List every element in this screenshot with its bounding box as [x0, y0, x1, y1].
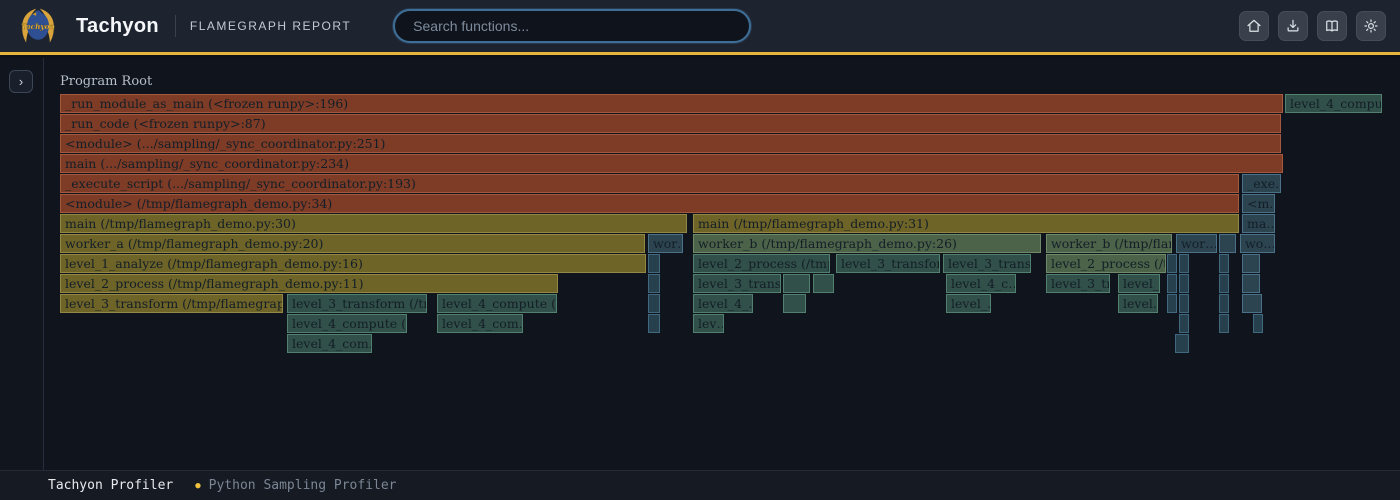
- flame-frame[interactable]: level_4_comput…: [1285, 94, 1382, 113]
- sidebar-toggle-button[interactable]: ›: [9, 70, 33, 93]
- flame-frame[interactable]: [1219, 314, 1229, 333]
- flame-frame[interactable]: level_1_analyze (/tmp/flamegraph_demo.py…: [60, 254, 646, 273]
- flame-frame[interactable]: [648, 254, 660, 273]
- flame-frame[interactable]: level_3_transform (/tmp/flamegraph_dem…: [60, 294, 283, 313]
- flame-frame[interactable]: level_2_process (/tmp/flamegraph_demo.py…: [60, 274, 558, 293]
- flame-frame[interactable]: [1219, 254, 1229, 273]
- svg-text:Tachyon: Tachyon: [21, 22, 55, 31]
- flame-frame[interactable]: level_…: [946, 294, 991, 313]
- flame-frame[interactable]: wor…: [648, 234, 683, 253]
- flame-frame[interactable]: [1242, 274, 1260, 293]
- flame-frame[interactable]: ma…: [1242, 214, 1275, 233]
- flame-frame[interactable]: _run_code (<frozen runpy>:87): [60, 114, 1281, 133]
- flame-frame[interactable]: worker_b (/tmp/flamegraph_demo.py:26): [693, 234, 1041, 253]
- flame-frame[interactable]: [648, 274, 660, 293]
- flame-frame[interactable]: _run_module_as_main (<frozen runpy>:196): [60, 94, 1283, 113]
- flame-frame[interactable]: level_…: [1118, 274, 1160, 293]
- flame-frame[interactable]: [1167, 294, 1177, 313]
- flame-frame[interactable]: level_4_compute (/t…: [287, 314, 407, 333]
- flame-frame[interactable]: level…: [1118, 294, 1158, 313]
- flame-frame[interactable]: level_3_transform (/tmp/fl…: [287, 294, 427, 313]
- status-app-name: Tachyon Profiler: [48, 478, 173, 493]
- flame-frame[interactable]: <module> (.../sampling/_sync_coordinator…: [60, 134, 1281, 153]
- flame-frame[interactable]: lev…: [693, 314, 724, 333]
- flame-frame[interactable]: level_3_tr…: [1046, 274, 1110, 293]
- flame-frame[interactable]: level_2_process (/tm…: [1046, 254, 1166, 273]
- flame-frame[interactable]: [1242, 294, 1262, 313]
- flame-frame[interactable]: [1167, 254, 1177, 273]
- flame-frame[interactable]: level_4_c…: [946, 274, 1016, 293]
- tachyon-logo: Tachyon: [16, 4, 60, 48]
- header-divider: [175, 15, 176, 37]
- status-dot-icon: ●: [195, 481, 200, 491]
- flame-frame[interactable]: [648, 314, 660, 333]
- flame-frame[interactable]: [1179, 274, 1189, 293]
- flame-frame[interactable]: level_4_compute (/t…: [437, 294, 557, 313]
- download-icon: [1284, 17, 1302, 35]
- header-actions: [1239, 11, 1386, 41]
- flame-frame[interactable]: level_2_process (/tmp/fla…: [693, 254, 830, 273]
- status-bar: Tachyon Profiler ● Python Sampling Profi…: [0, 470, 1400, 500]
- flame-frame[interactable]: [1179, 314, 1189, 333]
- flame-frame[interactable]: [813, 274, 834, 293]
- app-title: Tachyon: [76, 15, 159, 38]
- flame-frame[interactable]: worker_a (/tmp/flamegraph_demo.py:20): [60, 234, 645, 253]
- flame-frame[interactable]: wor…: [1176, 234, 1217, 253]
- flame-frame[interactable]: [783, 294, 806, 313]
- flame-frame[interactable]: <m…: [1242, 194, 1275, 213]
- flame-frame[interactable]: _exe…: [1242, 174, 1281, 193]
- flame-frame[interactable]: [1167, 274, 1177, 293]
- flame-frame[interactable]: level_3_trans…: [943, 254, 1031, 273]
- docs-button[interactable]: [1317, 11, 1347, 41]
- home-button[interactable]: [1239, 11, 1269, 41]
- flame-root-label: Program Root: [60, 74, 152, 89]
- flame-frame[interactable]: [1179, 294, 1189, 313]
- report-type-label: FLAMEGRAPH REPORT: [190, 19, 351, 33]
- status-description: Python Sampling Profiler: [209, 478, 397, 493]
- flame-frame[interactable]: [1219, 274, 1229, 293]
- flame-frame[interactable]: level_4_com…: [287, 334, 372, 353]
- flame-frame[interactable]: main (/tmp/flamegraph_demo.py:30): [60, 214, 687, 233]
- flamegraph-canvas: Program Root _run_module_as_main (<froze…: [44, 58, 1400, 470]
- flame-frame[interactable]: level_3_transf…: [693, 274, 781, 293]
- flame-frame[interactable]: [1242, 254, 1260, 273]
- flame-frame[interactable]: level_4_…: [693, 294, 753, 313]
- collapsed-sidebar: ›: [0, 58, 44, 470]
- download-button[interactable]: [1278, 11, 1308, 41]
- home-icon: [1245, 17, 1263, 35]
- theme-button[interactable]: [1356, 11, 1386, 41]
- flame-frame[interactable]: [1179, 254, 1189, 273]
- flame-frame[interactable]: wo…: [1240, 234, 1275, 253]
- book-icon: [1323, 17, 1341, 35]
- flame-frame[interactable]: [648, 294, 660, 313]
- flame-frame[interactable]: [1175, 334, 1189, 353]
- flame-frame[interactable]: [1219, 294, 1229, 313]
- flame-frame[interactable]: worker_b (/tmp/flame…: [1046, 234, 1172, 253]
- brightness-icon: [1362, 17, 1380, 35]
- flame-frame[interactable]: main (/tmp/flamegraph_demo.py:31): [693, 214, 1239, 233]
- app-header: Tachyon Tachyon FLAMEGRAPH REPORT: [0, 0, 1400, 55]
- flame-frame[interactable]: level_3_transform…: [836, 254, 940, 273]
- flame-frame[interactable]: [1253, 314, 1263, 333]
- search-input[interactable]: [393, 9, 751, 43]
- flame-frame[interactable]: <module> (/tmp/flamegraph_demo.py:34): [60, 194, 1239, 213]
- flame-frame[interactable]: level_4_com…: [437, 314, 523, 333]
- flame-frame[interactable]: [1219, 234, 1236, 253]
- flame-frame[interactable]: main (.../sampling/_sync_coordinator.py:…: [60, 154, 1283, 173]
- flame-frame[interactable]: [783, 274, 810, 293]
- flame-frame[interactable]: _execute_script (.../sampling/_sync_coor…: [60, 174, 1239, 193]
